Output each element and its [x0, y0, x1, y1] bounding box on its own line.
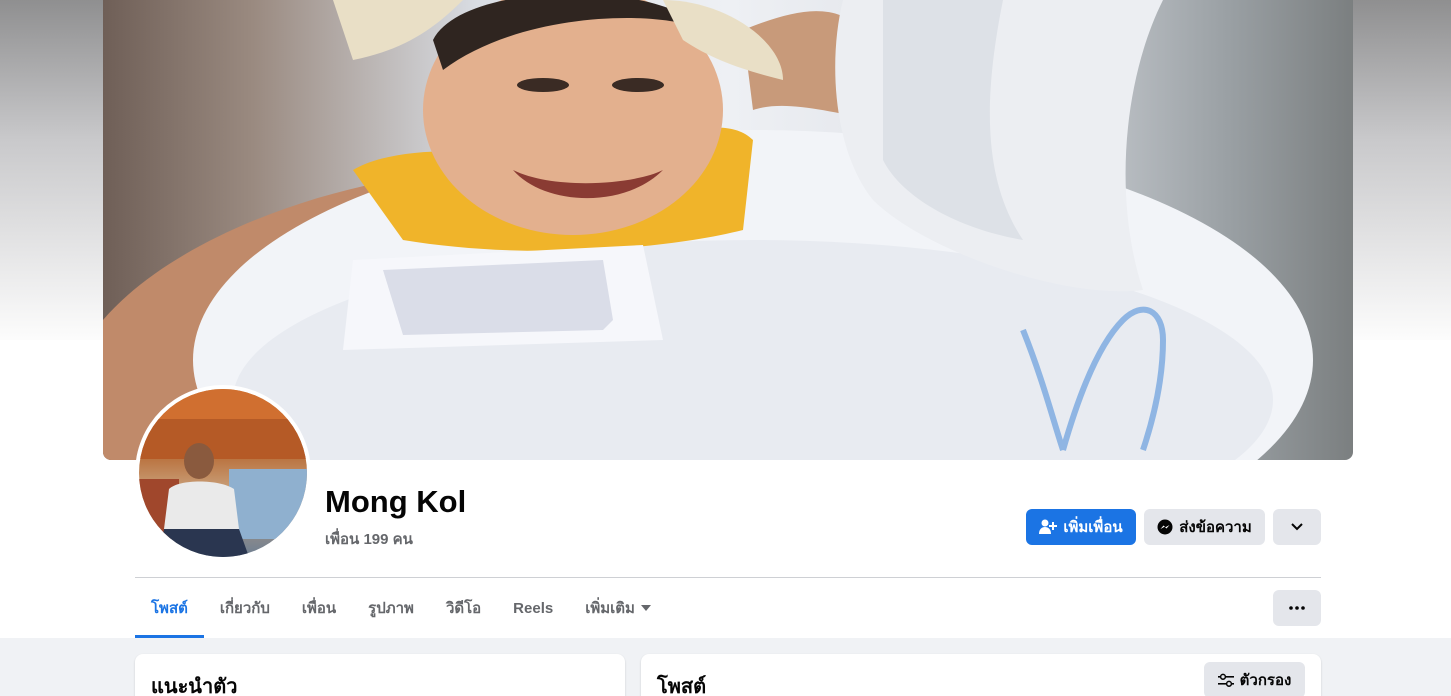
send-message-label: ส่งข้อความ — [1179, 519, 1252, 536]
profile-more-button[interactable] — [1273, 509, 1321, 545]
filter-button[interactable]: ตัวกรอง — [1204, 662, 1305, 696]
intro-title: แนะนำตัว — [151, 676, 238, 696]
tab-label: เพื่อน — [301, 600, 337, 617]
intro-card: แนะนำตัว — [135, 654, 625, 696]
tab-label: Reels — [513, 599, 554, 617]
tab-reels[interactable]: Reels — [497, 578, 569, 638]
send-message-button[interactable]: ส่งข้อความ — [1144, 509, 1265, 545]
profile-picture-frame[interactable] — [135, 385, 311, 561]
tab-label: วิดีโอ — [445, 600, 482, 617]
tab-friends[interactable]: เพื่อน — [286, 578, 352, 638]
avatar-image — [139, 389, 307, 557]
add-friend-icon — [1039, 519, 1058, 535]
filter-label: ตัวกรอง — [1239, 672, 1292, 689]
ellipsis-icon — [1289, 606, 1305, 610]
avatar[interactable] — [139, 389, 307, 557]
tab-videos[interactable]: วิดีโอ — [430, 578, 497, 638]
messenger-icon — [1157, 519, 1173, 535]
tab-photos[interactable]: รูปภาพ — [352, 578, 430, 638]
add-friend-label: เพิ่มเพื่อน — [1063, 519, 1123, 536]
tab-label: เกี่ยวกับ — [219, 600, 270, 617]
tabs-overflow-button[interactable] — [1273, 590, 1321, 626]
add-friend-button[interactable]: เพิ่มเพื่อน — [1026, 509, 1136, 545]
sliders-icon — [1217, 673, 1234, 687]
tab-more[interactable]: เพิ่มเติม — [569, 578, 667, 638]
caret-down-icon — [640, 605, 651, 611]
chevron-down-icon — [1291, 523, 1303, 531]
friends-count[interactable]: เพื่อน 199 คน — [325, 527, 413, 551]
profile-name: Mong Kol — [325, 484, 467, 519]
posts-title: โพสต์ — [657, 676, 707, 696]
profile-tabs: โพสต์ เกี่ยวกับ เพื่อน รูปภาพ วิดีโอ Ree… — [135, 578, 667, 638]
tab-label: รูปภาพ — [368, 600, 414, 617]
tab-about[interactable]: เกี่ยวกับ — [204, 578, 286, 638]
tab-posts[interactable]: โพสต์ — [135, 578, 204, 638]
tab-label: เพิ่มเติม — [585, 600, 635, 617]
tab-label: โพสต์ — [151, 600, 188, 617]
